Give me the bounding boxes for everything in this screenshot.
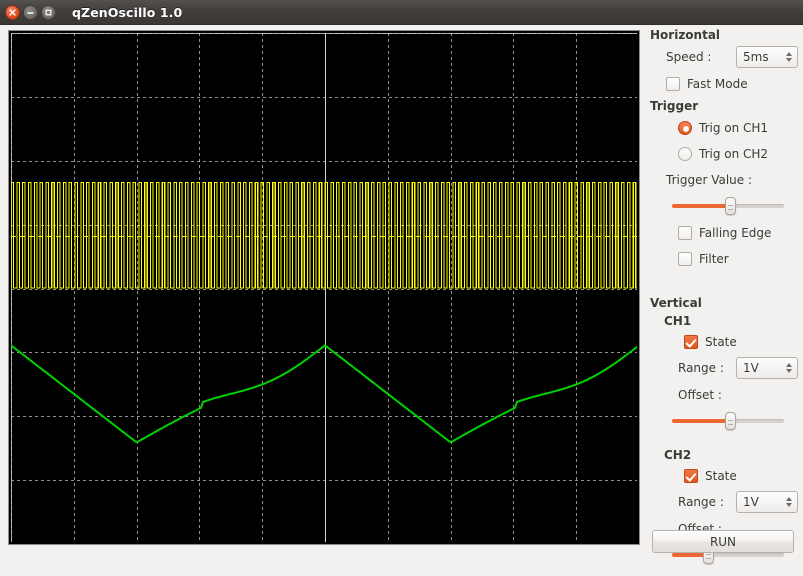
fast-mode-checkbox[interactable] — [666, 76, 680, 91]
ch2-state-checkbox[interactable] — [684, 468, 698, 483]
fast-mode-label: Fast Mode — [687, 76, 748, 91]
ch2-title: CH2 — [664, 448, 692, 462]
oscilloscope-display[interactable] — [8, 30, 640, 545]
trigger-value-label: Trigger Value : — [666, 172, 753, 187]
speed-spinner-arrows[interactable] — [783, 47, 797, 67]
spin-up-icon[interactable] — [785, 363, 792, 367]
trig-ch2-radio[interactable] — [678, 146, 692, 161]
ch1-range-spinbox[interactable]: 1V — [736, 357, 798, 379]
trig-ch1-row[interactable]: Trig on CH1 — [648, 117, 798, 138]
ch2-range-label: Range : — [678, 495, 724, 509]
falling-edge-checkbox[interactable] — [678, 225, 692, 240]
ch1-offset-slider[interactable] — [672, 411, 784, 431]
control-panel: Horizontal Speed : 5ms Fast Mode Trigger… — [648, 28, 798, 564]
trigger-value-slider-row — [648, 195, 798, 216]
ch1-offset-slider-row — [648, 410, 798, 431]
ch1-range-spinner-arrows[interactable] — [783, 358, 797, 378]
ch1-range-label: Range : — [678, 361, 724, 375]
filter-checkbox[interactable] — [678, 251, 692, 266]
slider-handle[interactable] — [724, 196, 736, 215]
application-window: qZenOscillo 1.0 Horizontal Speed : 5ms F… — [0, 0, 803, 576]
ch1-state-checkbox[interactable] — [684, 334, 698, 349]
panel-spacer — [648, 274, 798, 296]
ch2-range-spinbox[interactable]: 1V — [736, 491, 798, 513]
speed-label: Speed : — [666, 50, 712, 64]
window-title: qZenOscillo 1.0 — [72, 4, 183, 20]
ch1-state-row[interactable]: State — [648, 331, 798, 352]
maximize-icon[interactable] — [41, 4, 56, 20]
spin-down-icon[interactable] — [785, 369, 792, 373]
ch1-state-label: State — [705, 334, 737, 349]
ch1-range-row: Range : 1V — [648, 357, 798, 379]
ch1-offset-label: Offset : — [678, 387, 722, 402]
run-button[interactable]: RUN — [652, 530, 794, 553]
spin-up-icon[interactable] — [785, 497, 792, 501]
slider-handle[interactable] — [724, 411, 736, 430]
close-icon[interactable] — [5, 4, 20, 20]
window-controls — [0, 4, 56, 20]
speed-row: Speed : 5ms — [648, 46, 798, 68]
trigger-group-title: Trigger — [650, 99, 699, 113]
ch1-offset-row: Offset : — [648, 384, 798, 405]
fast-mode-row[interactable]: Fast Mode — [648, 73, 798, 94]
slider-fill — [672, 203, 731, 208]
spin-down-icon[interactable] — [785, 58, 792, 62]
trigger-value-row: Trigger Value : — [648, 169, 798, 190]
scope-canvas — [11, 33, 637, 542]
trigger-value-slider[interactable] — [672, 196, 784, 216]
ch1-title: CH1 — [664, 314, 692, 328]
filter-row[interactable]: Filter — [648, 248, 798, 269]
ch2-state-label: State — [705, 468, 737, 483]
trig-ch1-radio[interactable] — [678, 120, 692, 135]
ch2-range-value: 1V — [743, 495, 759, 509]
horizontal-group-title: Horizontal — [650, 28, 721, 42]
panel-spacer-2 — [648, 436, 798, 448]
slider-fill — [672, 418, 731, 423]
title-bar: qZenOscillo 1.0 — [0, 0, 803, 25]
trig-ch2-row[interactable]: Trig on CH2 — [648, 143, 798, 164]
trig-ch2-label: Trig on CH2 — [699, 146, 769, 161]
ch1-range-value: 1V — [743, 361, 759, 375]
vertical-group-title: Vertical — [650, 296, 702, 310]
spin-down-icon[interactable] — [785, 503, 792, 507]
spin-up-icon[interactable] — [785, 52, 792, 56]
speed-spinbox[interactable]: 5ms — [736, 46, 798, 68]
ch2-range-spinner-arrows[interactable] — [783, 492, 797, 512]
filter-label: Filter — [699, 251, 729, 266]
ch2-state-row[interactable]: State — [648, 465, 798, 486]
falling-edge-label: Falling Edge — [699, 225, 772, 240]
ch2-range-row: Range : 1V — [648, 491, 798, 513]
minimize-icon[interactable] — [23, 4, 38, 20]
speed-value: 5ms — [743, 50, 769, 64]
falling-edge-row[interactable]: Falling Edge — [648, 222, 798, 243]
waveform-plot — [11, 33, 637, 542]
trig-ch1-label: Trig on CH1 — [699, 120, 769, 135]
